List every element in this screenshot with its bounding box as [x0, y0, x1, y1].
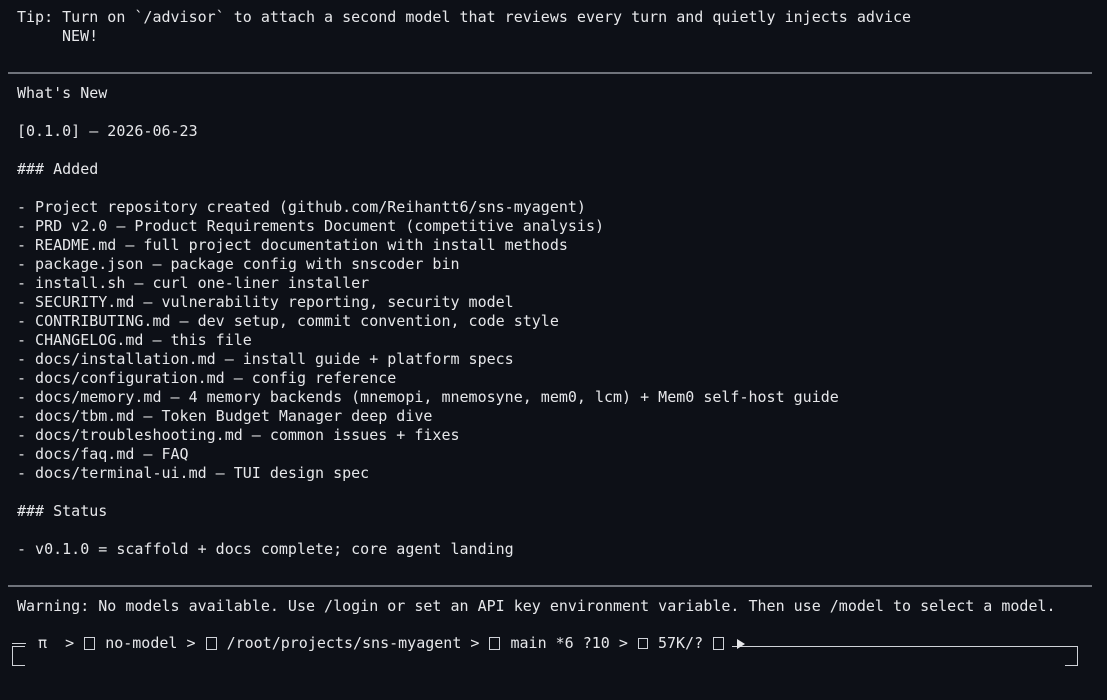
separator: > [186, 634, 196, 652]
list-item: - docs/configuration.md — config referen… [17, 369, 397, 387]
list-item: - package.json — package config with sns… [17, 255, 460, 273]
new-badge: NEW! [62, 27, 99, 45]
list-item: - docs/installation.md — install guide +… [17, 350, 514, 368]
status-bar[interactable]: π > no-model > /root/projects/sns-myagen… [8, 634, 1092, 666]
model-icon [84, 637, 96, 650]
project-path[interactable]: /root/projects/sns-myagent [227, 634, 462, 653]
status-icon [713, 637, 725, 650]
whats-new-title: What's New [17, 84, 108, 102]
list-item: - install.sh — curl one-liner installer [17, 274, 370, 292]
status-bar-fill-line [732, 646, 1074, 647]
play-icon[interactable] [737, 638, 746, 649]
top-divider [8, 72, 1092, 74]
token-usage: 57K/? [657, 634, 704, 652]
list-item: - docs/memory.md — 4 memory backends (mn… [17, 388, 839, 406]
list-item: - Project repository created (github.com… [17, 198, 586, 216]
version-line: [0.1.0] — 2026-06-23 [17, 122, 198, 140]
list-item: - CHANGELOG.md — this file [17, 331, 252, 349]
separator: > [470, 634, 480, 652]
status-heading: ### Status [17, 502, 108, 520]
separator: > [618, 634, 628, 652]
git-branch[interactable]: main *6 ?10 [511, 634, 610, 653]
folder-icon [205, 637, 217, 650]
list-item: - CONTRIBUTING.md — dev setup, commit co… [17, 312, 559, 330]
token-meter-icon [637, 638, 648, 649]
status-segments: π > no-model > /root/projects/sns-myagen… [12, 634, 746, 653]
list-item: - v0.1.0 = scaffold + docs complete; cor… [17, 540, 514, 558]
list-item: - SECURITY.md — vulnerability reporting,… [17, 293, 514, 311]
box-corner-bottom-left [12, 655, 25, 666]
list-item: - docs/troubleshooting.md — common issue… [17, 426, 460, 444]
git-branch-icon [489, 637, 501, 650]
list-item: - README.md — full project documentation… [17, 236, 568, 254]
warning-message: Warning: No models available. Use /login… [17, 597, 1056, 615]
list-item: - docs/faq.md — FAQ [17, 445, 189, 463]
tip-text: Tip: Turn on `/advisor` to attach a seco… [17, 8, 912, 26]
list-item: - docs/terminal-ui.md — TUI design spec [17, 464, 370, 482]
prompt-symbol: π [38, 634, 48, 652]
separator: > [65, 634, 75, 652]
list-item: - docs/tbm.md — Token Budget Manager dee… [17, 407, 433, 425]
list-item: - PRD v2.0 — Product Requirements Docume… [17, 217, 604, 235]
added-heading: ### Added [17, 160, 99, 178]
terminal-window: Tip: Turn on `/advisor` to attach a seco… [0, 0, 1107, 700]
model-name[interactable]: no-model [105, 634, 177, 653]
bottom-divider [8, 585, 1092, 587]
box-corner-bottom-right [1065, 655, 1078, 666]
